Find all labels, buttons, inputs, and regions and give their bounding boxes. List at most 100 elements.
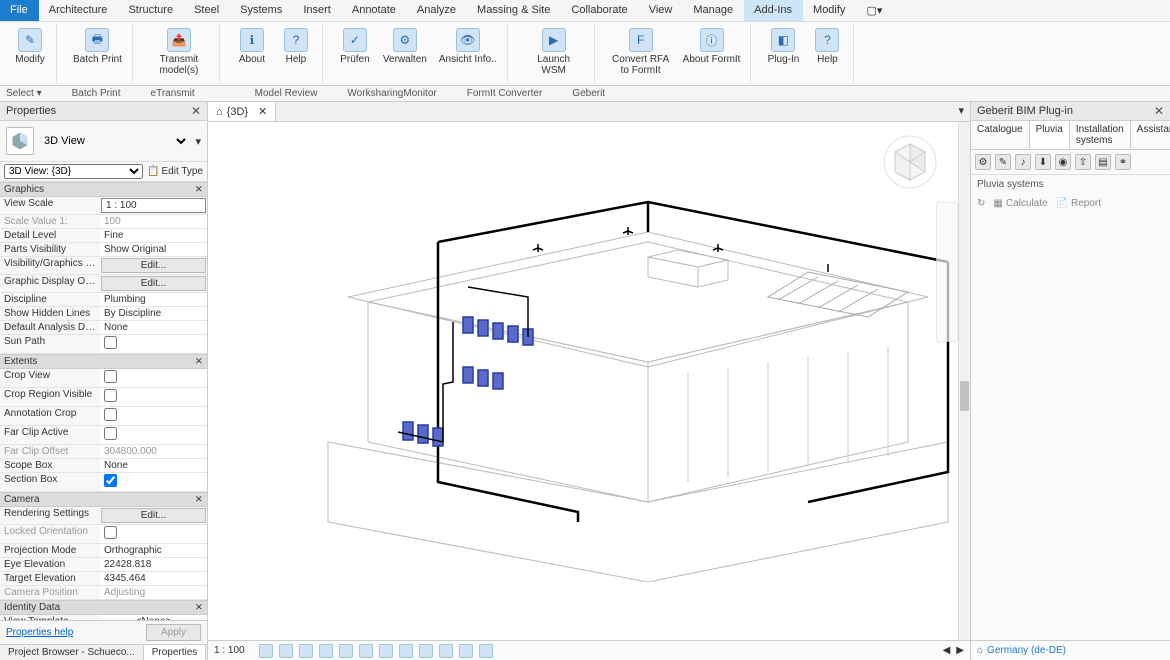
tab-properties[interactable]: Properties — [144, 645, 207, 660]
chevron-down-icon[interactable]: ▾ — [195, 135, 201, 148]
close-tab-icon[interactable]: ✕ — [258, 105, 267, 118]
prop-value[interactable]: By Discipline — [100, 307, 207, 320]
sun-path-icon[interactable] — [299, 644, 313, 658]
tab-analyze[interactable]: Analyze — [407, 0, 467, 21]
tab-pluvia[interactable]: Pluvia — [1030, 121, 1070, 149]
view-tab-3d[interactable]: ⌂ {3D} ✕ — [208, 102, 276, 121]
close-icon[interactable]: ✕ — [191, 104, 201, 118]
prop-value[interactable]: Plumbing — [100, 293, 207, 306]
tab-systems[interactable]: Systems — [230, 0, 293, 21]
prop-value[interactable] — [100, 388, 207, 406]
prufen-button[interactable]: ✓Prüfen — [335, 26, 375, 67]
plugin-button[interactable]: ◧Plug-In — [763, 26, 803, 67]
analytical-icon[interactable] — [479, 644, 493, 658]
navigation-bar[interactable] — [936, 202, 958, 342]
verwalten-button[interactable]: ⚙Verwalten — [379, 26, 431, 67]
transmit-button[interactable]: 📤Transmit model(s) — [145, 26, 213, 78]
about-button[interactable]: ℹAbout — [232, 26, 272, 67]
group-identity-data[interactable]: Identity Data⨯ — [0, 600, 207, 615]
tab-structure[interactable]: Structure — [118, 0, 184, 21]
prop-value[interactable] — [100, 426, 207, 444]
help-button[interactable]: ?Help — [276, 26, 316, 67]
tool-8-icon[interactable]: ⚭ — [1115, 154, 1131, 170]
detail-level-icon[interactable] — [259, 644, 273, 658]
calculate-button[interactable]: ▦ Calculate — [993, 198, 1047, 209]
prop-value[interactable]: None — [100, 321, 207, 334]
modify-button[interactable]: ✎Modify — [10, 26, 50, 67]
group-graphics[interactable]: Graphics⨯ — [0, 182, 207, 197]
tab-view[interactable]: View — [639, 0, 684, 21]
tab-manage[interactable]: Manage — [683, 0, 744, 21]
tab-architecture[interactable]: Architecture — [39, 0, 119, 21]
crop-icon[interactable] — [359, 644, 373, 658]
tab-addins[interactable]: Add-Ins — [744, 0, 803, 21]
type-selector[interactable]: 3D View — [40, 134, 189, 148]
tab-steel[interactable]: Steel — [184, 0, 230, 21]
group-camera[interactable]: Camera⨯ — [0, 492, 207, 507]
drawing-canvas[interactable] — [208, 122, 970, 640]
tab-catalogue[interactable]: Catalogue — [971, 121, 1030, 149]
prop-value[interactable] — [100, 407, 207, 425]
apply-button[interactable]: Apply — [146, 624, 201, 641]
edit-type-button[interactable]: 📋 Edit Type — [147, 166, 203, 177]
tool-5-icon[interactable]: ◉ — [1055, 154, 1071, 170]
scroll-left-icon[interactable]: ◀ — [943, 645, 951, 656]
prop-value[interactable]: Edit... — [101, 508, 206, 523]
crop-region-icon[interactable] — [379, 644, 393, 658]
locale-label[interactable]: Germany (de-DE) — [987, 645, 1066, 656]
constraints-icon[interactable] — [459, 644, 473, 658]
help2-button[interactable]: ?Help — [807, 26, 847, 67]
view-cube[interactable] — [880, 132, 940, 192]
tool-6-icon[interactable]: ⇧ — [1075, 154, 1091, 170]
scrollbar-vertical[interactable] — [958, 122, 970, 640]
reveal-icon[interactable] — [439, 644, 453, 658]
prop-value[interactable]: 100 — [100, 215, 207, 228]
close-plugin-icon[interactable]: ✕ — [1154, 104, 1164, 118]
temp-hide-icon[interactable] — [419, 644, 433, 658]
tab-insert[interactable]: Insert — [293, 0, 342, 21]
launch-wsm-button[interactable]: ▶Launch WSM — [520, 26, 588, 78]
refresh-button[interactable]: ↻ — [977, 198, 985, 209]
view-selector[interactable]: 3D View: {3D} — [4, 164, 143, 179]
ansicht-button[interactable]: 👁Ansicht Info.. — [435, 26, 501, 67]
tab-massing[interactable]: Massing & Site — [467, 0, 561, 21]
tab-extra[interactable]: ▢▾ — [856, 0, 893, 21]
rendering-icon[interactable] — [339, 644, 353, 658]
prop-value[interactable]: Edit... — [101, 258, 206, 273]
prop-value[interactable]: 304800.000 — [100, 445, 207, 458]
prop-value[interactable]: 1 : 100 — [101, 198, 206, 213]
tool-1-icon[interactable]: ⚙ — [975, 154, 991, 170]
scale-label[interactable]: 1 : 100 — [214, 645, 245, 656]
batch-print-button[interactable]: 🖶Batch Print — [69, 26, 126, 67]
prop-value[interactable]: Adjusting — [100, 586, 207, 599]
visual-style-icon[interactable] — [279, 644, 293, 658]
prop-value[interactable]: 4345.464 — [100, 572, 207, 585]
scroll-right-icon[interactable]: ▶ — [956, 645, 964, 656]
tab-installation[interactable]: Installation systems — [1070, 121, 1131, 149]
view-tabs-expand[interactable]: ▾ — [952, 102, 970, 121]
prop-value[interactable] — [100, 473, 207, 491]
tab-modify[interactable]: Modify — [803, 0, 856, 21]
tool-2-icon[interactable]: ✎ — [995, 154, 1011, 170]
tab-project-browser[interactable]: Project Browser - Schueco... — [0, 645, 144, 660]
tab-collaborate[interactable]: Collaborate — [561, 0, 638, 21]
group-extents[interactable]: Extents⨯ — [0, 354, 207, 369]
prop-value[interactable]: Orthographic — [100, 544, 207, 557]
convert-rfa-button[interactable]: FConvert RFA to FormIt — [607, 26, 675, 78]
about-formit-button[interactable]: ⓘAbout FormIt — [679, 26, 745, 78]
prop-value[interactable] — [100, 369, 207, 387]
tool-4-icon[interactable]: ⬇ — [1035, 154, 1051, 170]
prop-value[interactable] — [100, 525, 207, 543]
properties-help-link[interactable]: Properties help — [6, 627, 73, 638]
tab-annotate[interactable]: Annotate — [342, 0, 407, 21]
prop-value[interactable]: Edit... — [101, 276, 206, 291]
prop-value[interactable] — [100, 335, 207, 353]
tab-file[interactable]: File — [0, 0, 39, 21]
prop-value[interactable]: Fine — [100, 229, 207, 242]
tool-7-icon[interactable]: ▤ — [1095, 154, 1111, 170]
tab-assistants[interactable]: Assistants — [1131, 121, 1170, 149]
prop-value[interactable]: None — [100, 459, 207, 472]
shadows-icon[interactable] — [319, 644, 333, 658]
unlock-icon[interactable] — [399, 644, 413, 658]
prop-value[interactable]: Show Original — [100, 243, 207, 256]
